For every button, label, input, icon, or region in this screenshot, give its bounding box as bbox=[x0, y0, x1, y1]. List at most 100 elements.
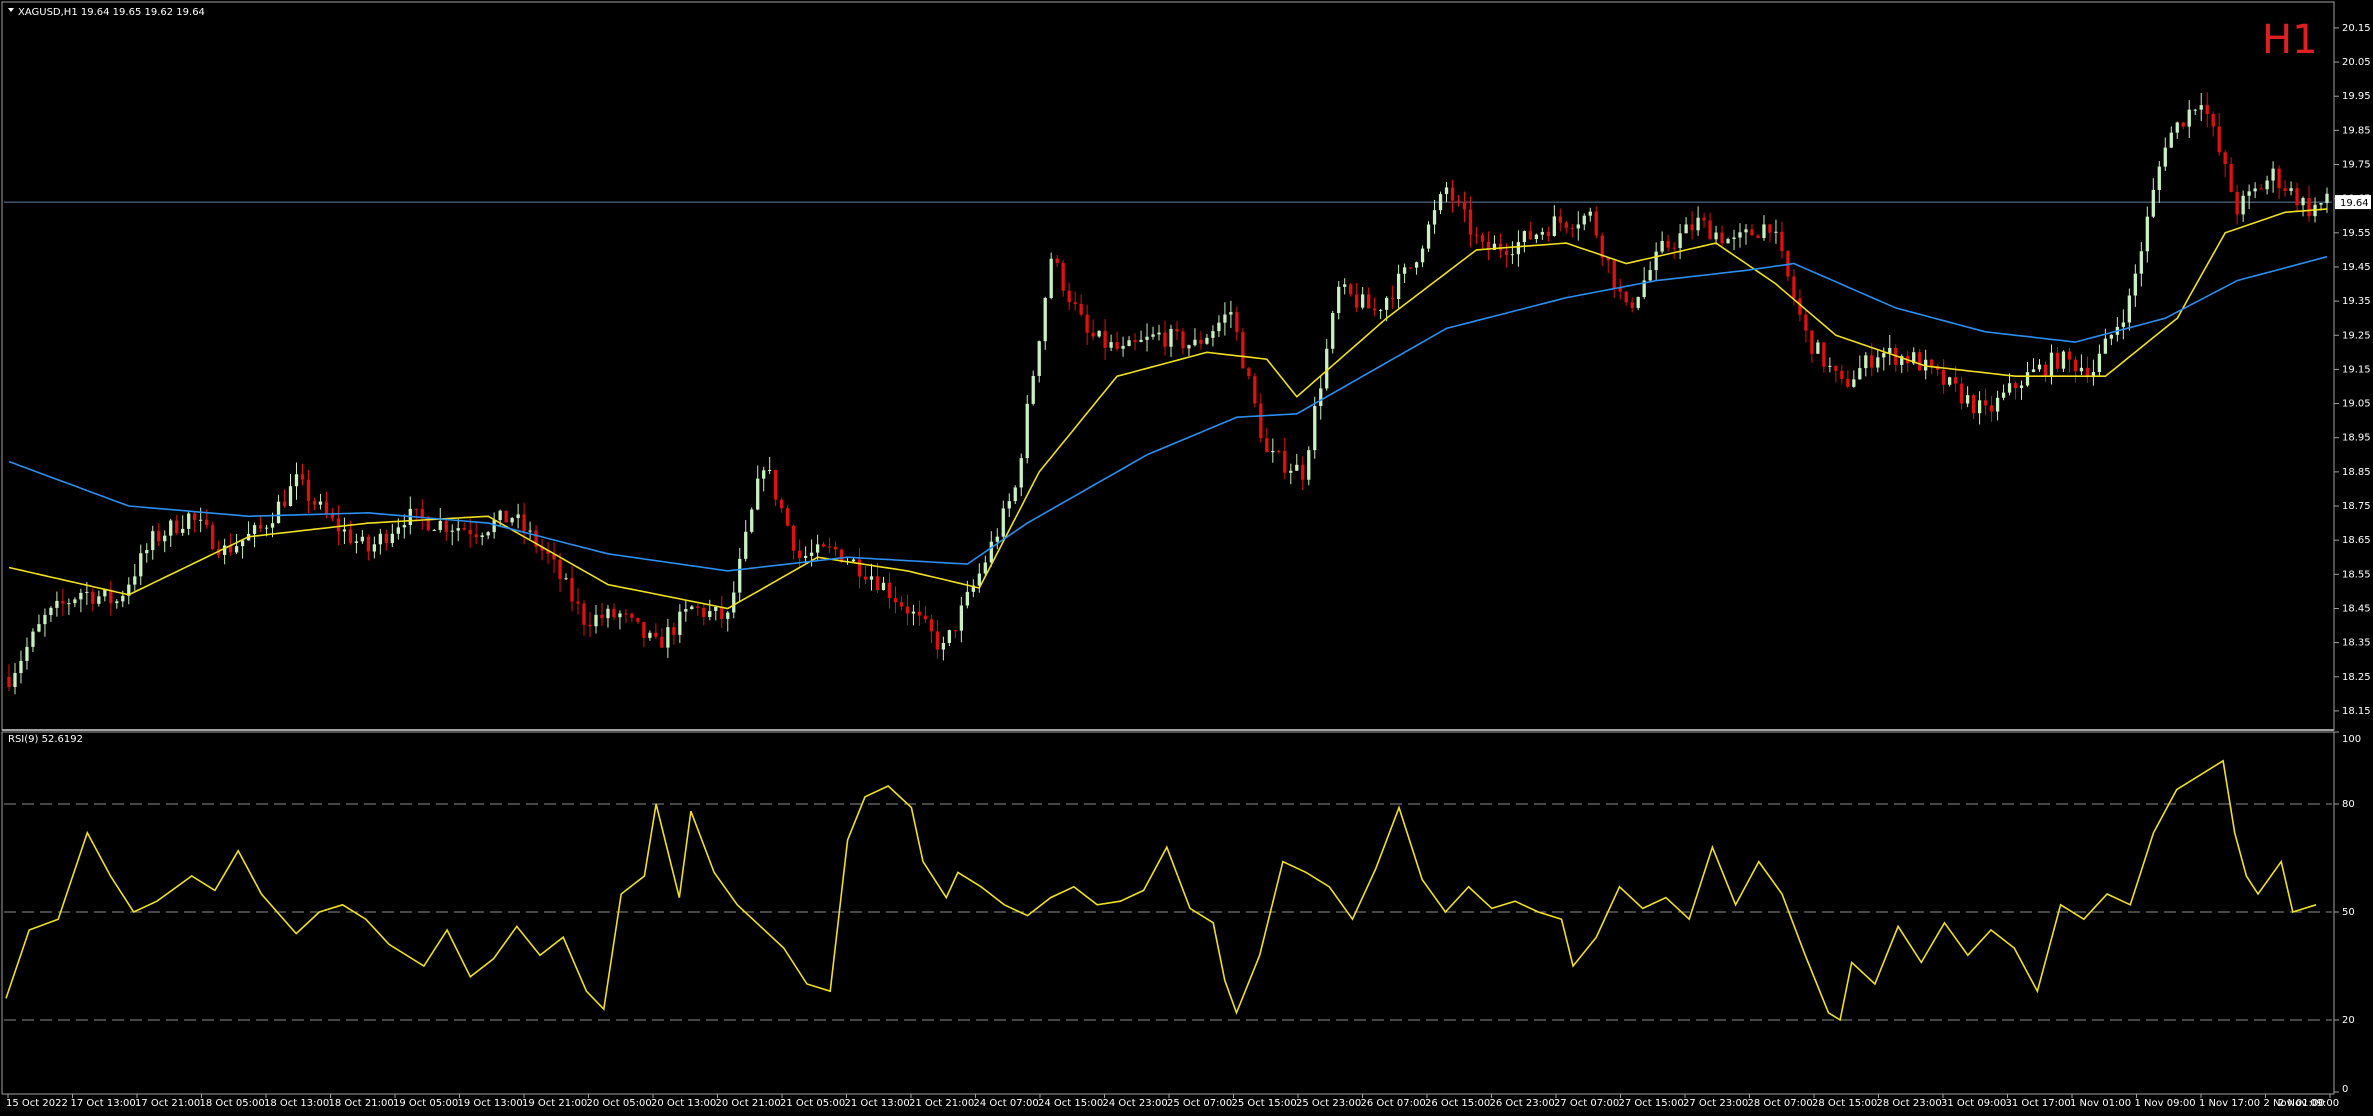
bull-candle bbox=[1678, 233, 1682, 248]
bull-candle bbox=[1828, 365, 1832, 367]
bear-candle bbox=[7, 676, 11, 688]
bull-candle bbox=[2301, 198, 2305, 206]
bull-candle bbox=[1307, 450, 1311, 480]
bull-candle bbox=[133, 576, 137, 585]
bull-candle bbox=[995, 536, 999, 542]
bear-candle bbox=[935, 631, 940, 650]
bull-candle bbox=[2061, 351, 2066, 369]
bear-candle bbox=[624, 613, 628, 615]
bull-candle bbox=[510, 518, 514, 523]
time-axis-label: 27 Oct 15:00 bbox=[1619, 1098, 1684, 1109]
bull-candle bbox=[1510, 254, 1515, 256]
time-axis-label: 20 Oct 13:00 bbox=[651, 1098, 716, 1109]
time-axis-label: 28 Oct 07:00 bbox=[1748, 1098, 1813, 1109]
bull-candle bbox=[714, 606, 718, 611]
bear-candle bbox=[1175, 328, 1179, 332]
bear-candle bbox=[1462, 201, 1467, 210]
bear-candle bbox=[612, 608, 616, 618]
price-axis-label: 18.75 bbox=[2342, 501, 2371, 512]
bull-candle bbox=[708, 610, 712, 617]
bear-candle bbox=[2205, 105, 2209, 115]
bull-candle bbox=[49, 607, 53, 615]
bull-candle bbox=[390, 533, 394, 544]
bear-candle bbox=[210, 524, 215, 550]
bear-candle bbox=[1199, 339, 1203, 344]
bull-candle bbox=[1157, 332, 1161, 335]
bull-candle bbox=[1205, 337, 1209, 344]
bull-candle bbox=[750, 509, 754, 532]
bull-candle bbox=[1648, 270, 1652, 281]
timeframe-badge: H1 bbox=[2262, 17, 2318, 63]
time-axis-label: 25 Oct 07:00 bbox=[1167, 1098, 1232, 1109]
bull-candle bbox=[528, 530, 532, 532]
time-axis-label: 24 Oct 15:00 bbox=[1038, 1098, 1103, 1109]
bull-candle bbox=[1540, 232, 1545, 235]
time-axis-label: 21 Oct 13:00 bbox=[845, 1098, 910, 1109]
bear-candle bbox=[1163, 332, 1167, 347]
bull-candle bbox=[456, 528, 460, 531]
bull-candle bbox=[25, 646, 29, 661]
bull-candle bbox=[1031, 375, 1035, 404]
bear-candle bbox=[857, 559, 862, 577]
bear-candle bbox=[1570, 227, 1574, 229]
bear-candle bbox=[462, 528, 466, 530]
bull-candle bbox=[115, 601, 119, 604]
time-axis-label: 21 Oct 05:00 bbox=[780, 1098, 845, 1109]
price-axis-label: 18.25 bbox=[2342, 672, 2371, 683]
bear-candle bbox=[1953, 377, 1958, 384]
time-axis-label: 19 Oct 13:00 bbox=[458, 1098, 523, 1109]
bull-candle bbox=[2133, 273, 2137, 296]
bull-candle bbox=[234, 546, 239, 553]
bear-candle bbox=[791, 525, 796, 551]
bull-candle bbox=[1289, 470, 1293, 473]
time-axis-label: 1 Nov 09:00 bbox=[2135, 1098, 2196, 1109]
bear-candle bbox=[348, 529, 353, 543]
bull-candle bbox=[1145, 336, 1149, 340]
bull-candle bbox=[516, 514, 520, 519]
bull-candle bbox=[1037, 341, 1041, 376]
bear-candle bbox=[2307, 198, 2311, 217]
rsi-panel-frame bbox=[1, 731, 2335, 1095]
bull-candle bbox=[1882, 353, 1886, 358]
bear-candle bbox=[312, 500, 317, 505]
bull-candle bbox=[294, 474, 299, 487]
bull-candle bbox=[1271, 450, 1275, 453]
bull-candle bbox=[803, 555, 808, 558]
bull-candle bbox=[2007, 383, 2012, 393]
bear-candle bbox=[1971, 395, 1976, 414]
bear-candle bbox=[2229, 164, 2233, 192]
bear-candle bbox=[193, 513, 197, 521]
bull-candle bbox=[1295, 464, 1299, 471]
bear-candle bbox=[2235, 191, 2239, 215]
bear-candle bbox=[157, 531, 161, 542]
bull-candle bbox=[1732, 237, 1736, 240]
chart-title: XAGUSD,H1 19.64 19.65 19.62 19.64 bbox=[18, 7, 205, 18]
bull-candle bbox=[618, 613, 622, 618]
bear-candle bbox=[1989, 405, 1994, 412]
bull-candle bbox=[594, 614, 598, 627]
bull-candle bbox=[270, 523, 275, 528]
bear-candle bbox=[1480, 235, 1485, 242]
time-axis-label: 31 Oct 09:00 bbox=[1941, 1098, 2006, 1109]
bull-candle bbox=[1343, 284, 1347, 287]
bull-candle bbox=[1516, 242, 1521, 255]
price-axis-label: 19.15 bbox=[2342, 364, 2371, 375]
bear-candle bbox=[1067, 290, 1071, 303]
bear-candle bbox=[672, 627, 676, 635]
bull-candle bbox=[1654, 251, 1658, 271]
bull-candle bbox=[1744, 229, 1748, 233]
bull-candle bbox=[1726, 239, 1730, 244]
bull-candle bbox=[2289, 188, 2293, 191]
bull-candle bbox=[450, 530, 454, 532]
bear-candle bbox=[1301, 464, 1305, 480]
bear-candle bbox=[953, 630, 958, 632]
bear-candle bbox=[1372, 308, 1377, 311]
bear-candle bbox=[175, 520, 179, 533]
collapse-triangle-icon[interactable] bbox=[8, 8, 14, 12]
bear-candle bbox=[923, 615, 928, 620]
bull-candle bbox=[486, 532, 490, 536]
bear-candle bbox=[833, 546, 838, 550]
time-axis-label: 20 Oct 05:00 bbox=[587, 1098, 652, 1109]
bear-candle bbox=[91, 591, 95, 604]
price-axis-label: 19.55 bbox=[2342, 228, 2371, 239]
